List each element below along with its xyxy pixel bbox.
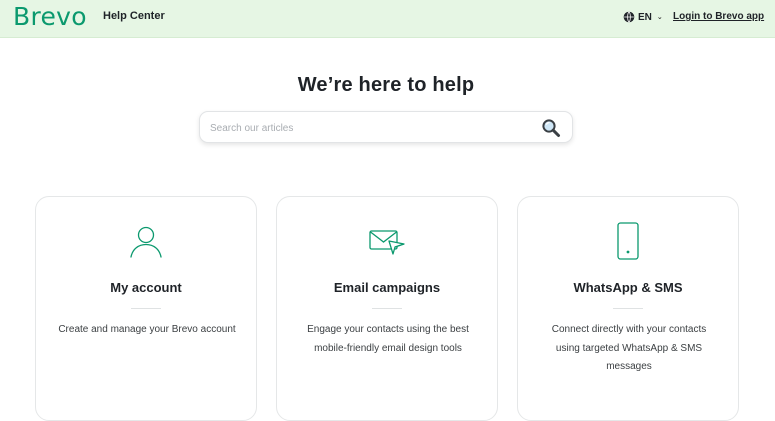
login-link[interactable]: Login to Brevo app [673,11,764,22]
card-title: WhatsApp & SMS [573,280,683,295]
search-icon[interactable] [540,117,562,139]
card-email-campaigns[interactable]: Email campaigns Engage your contacts usi… [276,196,498,421]
chevron-down-icon: ⌄ [656,14,663,21]
page-title: We’re here to help [297,74,475,96]
globe-icon [623,11,635,23]
card-title: Email campaigns [333,280,441,295]
card-description: Connect directly with your contacts usin… [551,324,707,372]
envelope-send-icon [369,230,405,255]
language-selector[interactable]: EN ⌄ [623,11,663,23]
card-title: My account [110,280,182,295]
card-description: Engage your contacts using the best mobi… [307,324,469,354]
card-description: Create and manage your Brevo account [58,324,236,335]
card-my-account[interactable]: My account Create and manage your Brevo … [35,196,257,421]
user-icon [130,226,162,258]
divider [372,308,402,309]
brevo-logo[interactable]: Brevo [13,3,87,31]
top-navigation-bar: Brevo Help Center EN ⌄ Login to Brevo ap… [0,0,775,38]
language-label: EN [638,11,652,23]
smartphone-icon [617,222,639,260]
divider [613,308,643,309]
card-whatsapp-sms[interactable]: WhatsApp & SMS Connect directly with you… [517,196,739,421]
divider [131,308,161,309]
search-bar [199,111,573,143]
search-input[interactable] [210,119,530,137]
help-center-title[interactable]: Help Center [103,10,165,22]
